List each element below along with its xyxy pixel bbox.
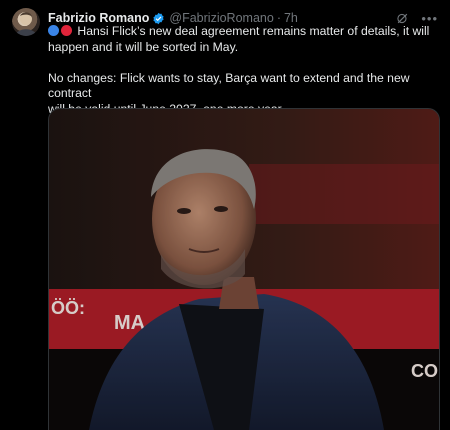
tweet-line-1-text: Hansi Flick’s new deal agreement remains…: [77, 24, 430, 38]
timestamp[interactable]: 7h: [284, 11, 298, 25]
blue-circle-emoji: [48, 25, 59, 36]
tweet-line-2: happen and it will be sorted in May.: [48, 39, 239, 54]
photo-scene: ÖÖ: MA CO: [49, 109, 439, 430]
author-handle[interactable]: @FabrizioRomano: [169, 11, 273, 25]
tweet-line-3: No changes: Flick wants to stay, Barça w…: [48, 70, 410, 101]
tweet-line-1: Hansi Flick’s new deal agreement remains…: [48, 24, 436, 40]
verified-badge-icon: [152, 12, 165, 25]
grok-icon[interactable]: [396, 12, 409, 25]
author-name[interactable]: Fabrizio Romano: [48, 11, 149, 25]
red-circle-emoji: [61, 25, 72, 36]
separator-dot: ·: [276, 11, 281, 25]
avatar[interactable]: [12, 8, 40, 36]
tweet-text: Hansi Flick’s new deal agreement remains…: [48, 24, 436, 117]
tweet[interactable]: Fabrizio Romano @FabrizioRomano · 7h •••…: [0, 0, 450, 430]
tweet-photo[interactable]: ÖÖ: MA CO: [48, 108, 440, 430]
